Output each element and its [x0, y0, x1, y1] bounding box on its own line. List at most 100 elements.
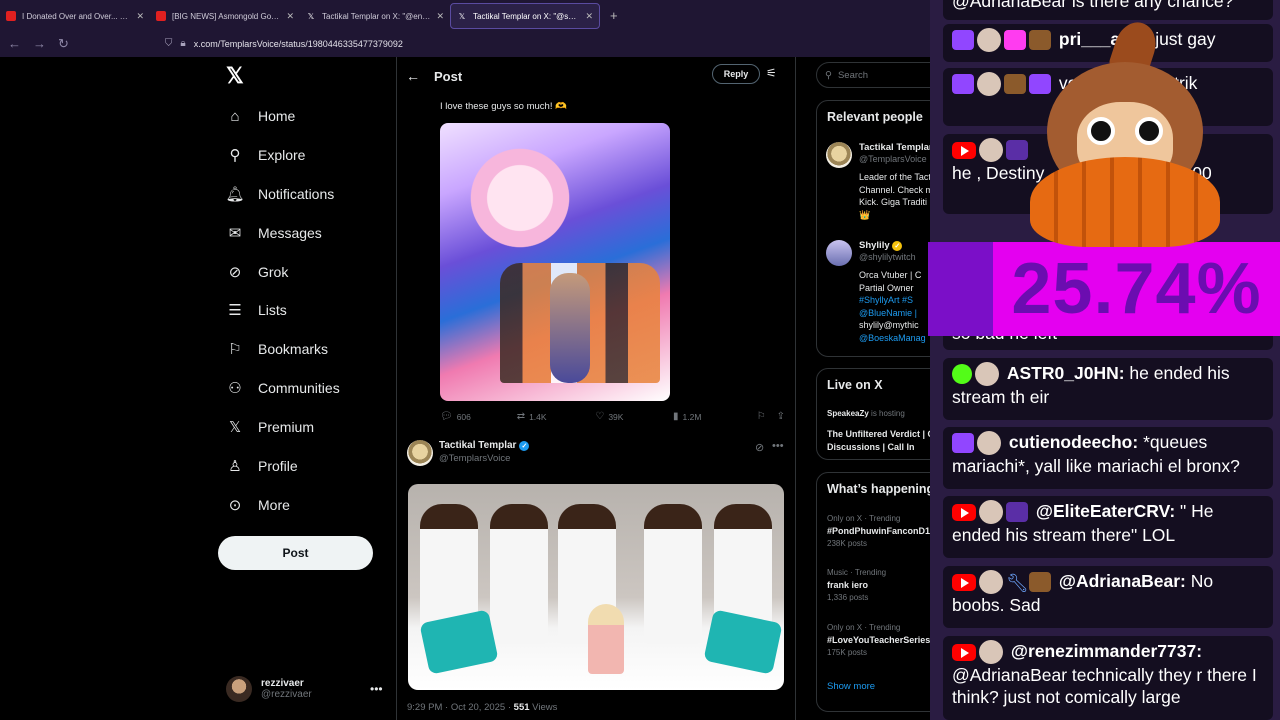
grok-icon[interactable]: ⊘: [755, 441, 764, 454]
chat-text: @AdrianaBear technically they r there I …: [952, 665, 1257, 708]
more-icon[interactable]: •••: [370, 682, 383, 696]
sidebar-item-notifications[interactable]: 🔔︎ Notifications: [225, 182, 335, 206]
bio-line: Orca Vtuber | C: [859, 270, 922, 280]
image-shape: [490, 504, 548, 644]
bell-icon: 🔔︎: [225, 186, 245, 203]
quoted-post-image[interactable]: [440, 123, 670, 401]
reply-action[interactable]: 💬︎ 606: [440, 411, 517, 422]
panel-heading: Relevant people: [827, 110, 923, 124]
quoted-post-text: I love these guys so much! 🫶: [440, 101, 567, 112]
gem-badge-icon: [1004, 30, 1026, 51]
search-input[interactable]: ⚲ Search: [816, 62, 946, 88]
monkey-mascot-icon: [1025, 17, 1225, 247]
sidebar-item-explore[interactable]: ⚲ Explore: [226, 143, 306, 167]
sidebar-item-more[interactable]: ⊙ More: [226, 493, 290, 517]
bio-hashtag[interactable]: #ShyllyArt #S: [859, 294, 926, 307]
account-handle: @rezzivaer: [261, 689, 312, 700]
search-placeholder: Search: [837, 69, 869, 81]
author-handle[interactable]: @TemplarsVoice: [439, 453, 510, 464]
sidebar-item-communities[interactable]: ⚇ Communities: [226, 376, 339, 400]
goal-progress-fill: [928, 242, 993, 336]
trend-item[interactable]: Music · Trending frank iero 1,336 posts: [827, 568, 886, 602]
youtube-badge-icon: [952, 573, 976, 591]
host-name: SpeakeaZy: [827, 409, 869, 418]
live-host[interactable]: SpeakeaZy is hosting: [827, 409, 905, 418]
tab-bar: I Donated Over and Over... To S ✕ [BIG N…: [0, 0, 940, 30]
sidebar-item-label: Bookmarks: [258, 341, 329, 357]
sidebar-item-bookmarks[interactable]: ⚐ Bookmarks: [226, 337, 328, 361]
relevant-person[interactable]: Tactikal Templar @TemplarsVoice Leader o…: [826, 142, 946, 232]
timestamp-text: 9:29 PM · Oct 20, 2025 ·: [407, 702, 514, 713]
new-tab-icon[interactable]: +: [610, 8, 618, 23]
more-icon[interactable]: •••: [772, 440, 784, 452]
post-media[interactable]: [408, 484, 784, 690]
sidebar-item-label: Grok: [258, 264, 289, 280]
avatar[interactable]: [407, 440, 433, 466]
like-action[interactable]: ♡ 39K: [595, 411, 673, 422]
sloth-emote-icon: [1004, 74, 1026, 95]
x-logo-icon[interactable]: 𝕏: [226, 63, 244, 89]
bio-mention[interactable]: @BlueNamie |: [859, 307, 926, 320]
live-show-title[interactable]: The Unfiltered Verdict | C Discussions |…: [827, 428, 934, 454]
browser-tab[interactable]: 𝕏 Tactikal Templar on X: "@ennui ✕: [300, 3, 450, 29]
home-icon: ⌂: [230, 107, 240, 125]
sidebar-item-label: Notifications: [258, 186, 335, 202]
chat-message: @EliteEaterCRV: " He ended his stream th…: [943, 496, 1273, 558]
settings-sliders-icon[interactable]: ⚟: [766, 66, 777, 80]
repost-action[interactable]: ⇄ 1.4K: [517, 411, 596, 422]
post-button[interactable]: Post: [218, 536, 373, 570]
x-icon: 𝕏: [458, 11, 466, 21]
close-icon[interactable]: ✕: [585, 11, 593, 22]
back-icon[interactable]: ←: [8, 36, 21, 51]
avatar: [977, 431, 1001, 456]
chat-message: cutienodeecho: *queues mariachi*, yall l…: [943, 427, 1273, 489]
trend-item[interactable]: Only on X · Trending #PondPhuwinFanconD1…: [827, 514, 930, 548]
browser-tab[interactable]: I Donated Over and Over... To S ✕: [0, 3, 150, 29]
close-icon[interactable]: ✕: [436, 11, 444, 22]
youtube-icon: [6, 11, 16, 21]
sidebar-item-messages[interactable]: ✉ Messages: [226, 221, 322, 245]
mascot-eye-shape: [1135, 117, 1163, 145]
bio-line: shylily@mythic: [859, 320, 919, 330]
show-line: The Unfiltered Verdict | C: [827, 429, 935, 439]
bio-line: Partial Owner: [859, 282, 914, 293]
address-bar[interactable]: ⛉ 🔒︎ x.com/TemplarsVoice/status/19804463…: [165, 38, 403, 49]
twitch-badge-icon: [952, 74, 974, 95]
sidebar-item-grok[interactable]: ⊘ Grok: [226, 260, 289, 284]
author-name: Tactikal Templar: [439, 440, 517, 451]
chat-message: 🔧︎ @AdrianaBear: No boobs. Sad: [943, 566, 1273, 628]
sidebar-item-lists[interactable]: ☰ Lists: [226, 298, 287, 322]
forward-icon[interactable]: →: [33, 36, 46, 51]
sidebar-item-home[interactable]: ⌂ Home: [226, 104, 295, 128]
image-shape: [460, 143, 580, 253]
verified-badge-icon: ✓: [519, 440, 530, 451]
reload-icon[interactable]: ↻: [58, 36, 69, 52]
wrench-badge-icon: 🔧︎: [1006, 573, 1029, 594]
like-count: 39K: [608, 411, 624, 422]
browser-chrome: I Donated Over and Over... To S ✕ [BIG N…: [0, 0, 940, 57]
close-icon[interactable]: ✕: [136, 11, 144, 22]
back-arrow-icon[interactable]: ←: [406, 68, 434, 84]
person-handle: @TemplarsVoice: [859, 154, 927, 164]
bio-line: Kick. Giga Traditi: [859, 197, 928, 207]
share-action[interactable]: ⇪: [777, 411, 785, 422]
tab-title: Tactikal Templar on X: "@shylily: [473, 11, 580, 21]
avatar: [979, 500, 1003, 525]
goal-progress-overlay: 25.74%: [928, 242, 1280, 336]
views-action[interactable]: ▮ 1.2M: [673, 411, 757, 422]
chat-username: ASTR0_J0HN:: [1006, 363, 1125, 383]
author-name-row[interactable]: Tactikal Templar ✓: [439, 440, 530, 451]
reply-button[interactable]: Reply: [712, 64, 760, 84]
bio-mention[interactable]: @BoeskaManag: [859, 332, 926, 345]
trend-item[interactable]: Only on X · Trending #LoveYouTeacherSeri…: [827, 623, 937, 657]
account-switcher[interactable]: rezzivaer @rezzivaer: [226, 676, 312, 702]
person-bio: Orca Vtuber | C Partial Owner #ShyllyArt…: [859, 269, 926, 344]
browser-tab[interactable]: [BIG NEWS] Asmongold Got Ca ✕: [150, 3, 300, 29]
show-more-link[interactable]: Show more: [827, 681, 875, 692]
browser-tab-active[interactable]: 𝕏 Tactikal Templar on X: "@shylily ✕: [450, 3, 600, 29]
bookmark-action[interactable]: ⚐: [757, 411, 777, 422]
sidebar-item-profile[interactable]: ♙ Profile: [226, 454, 297, 478]
close-icon[interactable]: ✕: [286, 11, 294, 22]
goal-percent-text: 25.74%: [993, 242, 1280, 336]
sidebar-item-premium[interactable]: 𝕏 Premium: [226, 415, 314, 439]
